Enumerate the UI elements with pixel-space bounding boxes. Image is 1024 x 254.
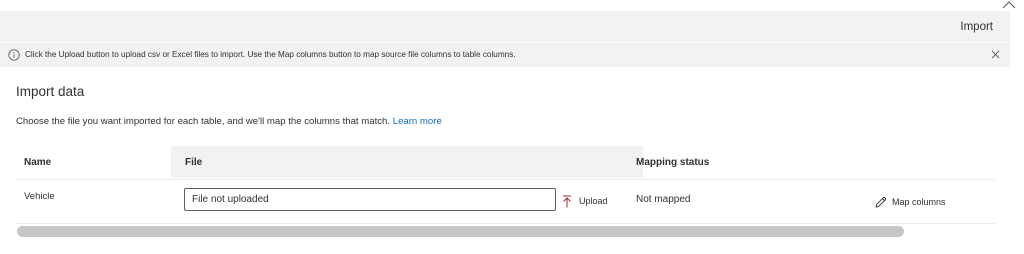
- column-header-file[interactable]: File: [171, 146, 643, 178]
- table-name-cell: Vehicle: [24, 191, 55, 202]
- banner-message: Click the Upload button to upload csv or…: [25, 50, 516, 59]
- command-bar: Import: [0, 11, 1010, 42]
- chevron-up-icon[interactable]: [1002, 0, 1016, 9]
- upload-button[interactable]: Upload: [562, 193, 608, 209]
- learn-more-link[interactable]: Learn more: [393, 116, 442, 127]
- file-input[interactable]: File not uploaded: [184, 188, 556, 211]
- pencil-icon: [875, 196, 887, 207]
- upload-icon: [563, 195, 571, 207]
- table-row: Vehicle File not uploaded Upload Not map…: [17, 179, 995, 224]
- import-data-page: Import Click the Upload button to upload…: [0, 0, 1024, 254]
- column-header-mapping-status[interactable]: Mapping status: [629, 146, 995, 178]
- info-banner: Click the Upload button to upload csv or…: [0, 43, 1010, 67]
- mapping-status: Not mapped: [636, 194, 691, 205]
- page-description: Choose the file you want imported for ea…: [16, 116, 442, 127]
- description-text: Choose the file you want imported for ea…: [16, 116, 391, 127]
- map-columns-label: Map columns: [892, 197, 946, 207]
- map-columns-button[interactable]: Map columns: [874, 195, 946, 209]
- close-icon[interactable]: [991, 50, 1000, 59]
- horizontal-scrollbar[interactable]: [17, 226, 904, 237]
- table-header: Name File Mapping status: [17, 146, 995, 178]
- page-title: Import data: [16, 84, 85, 99]
- import-button[interactable]: Import: [960, 21, 993, 33]
- info-icon: [8, 49, 20, 61]
- upload-label: Upload: [579, 196, 608, 206]
- column-header-name[interactable]: Name: [17, 146, 171, 178]
